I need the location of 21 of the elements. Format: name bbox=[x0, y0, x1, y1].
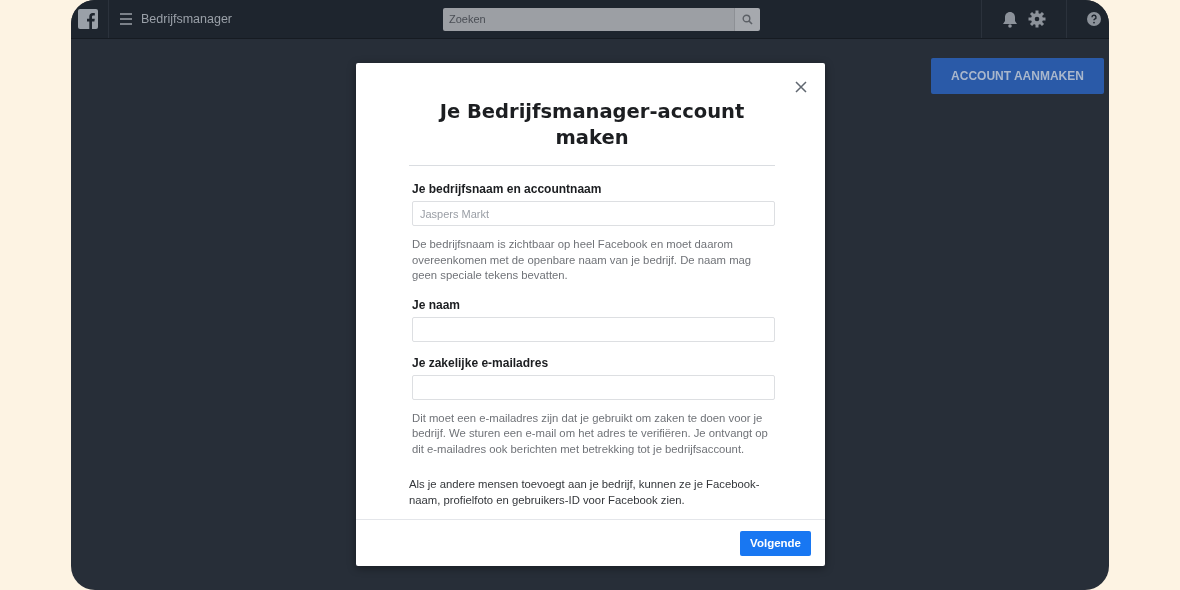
field-label: Je naam bbox=[412, 297, 462, 312]
input-field[interactable]: Jaspers Markt bbox=[412, 201, 775, 226]
dialog-title: Je Bedrijfsmanager-account maken bbox=[437, 99, 746, 151]
input-field[interactable] bbox=[412, 374, 775, 400]
bell-icon[interactable] bbox=[1002, 10, 1018, 28]
help-text: Dit moet een e-mailadres zijn dat je gebruikt om zaken te doen voor je bedrijf. We sturen een e-mail om het adres te verifiëren. Je ontvangt op dit e-mailadres ook berichten met betrekking tot je bedrijfsaccount. bbox=[412, 410, 769, 457]
help-icon[interactable] bbox=[1087, 12, 1101, 26]
search-field[interactable]: Zoeken bbox=[443, 7, 734, 31]
field-label: Je zakelijke e-mailadres bbox=[412, 355, 550, 370]
next-button[interactable]: Volgende bbox=[740, 530, 811, 556]
menu-icon[interactable] bbox=[119, 13, 133, 25]
input-field[interactable] bbox=[412, 316, 775, 342]
field-label: Je bedrijfsnaam en accountnaam bbox=[412, 182, 603, 196]
create-account-button[interactable]: ACCOUNT AANMAKEN bbox=[931, 58, 1104, 94]
help-text: De bedrijfsnaam is zichtbaar op heel Facebook en moet daarom overeenkomen met de openbare naam van je bedrijf. De naam mag geen speciale tekens bevatten. bbox=[412, 237, 753, 283]
search-icon[interactable] bbox=[734, 7, 760, 31]
facebook-logo-icon[interactable] bbox=[78, 9, 98, 29]
settings-icon[interactable] bbox=[1028, 10, 1046, 28]
close-icon[interactable] bbox=[795, 81, 807, 93]
app-title: Bedrijfsmanager bbox=[141, 12, 232, 26]
privacy-note: Als je andere mensen toevoegt aan je bedrijf, kunnen ze je Facebook-naam, profielfoto en gebruikers-ID voor Facebook zien. bbox=[409, 477, 761, 508]
